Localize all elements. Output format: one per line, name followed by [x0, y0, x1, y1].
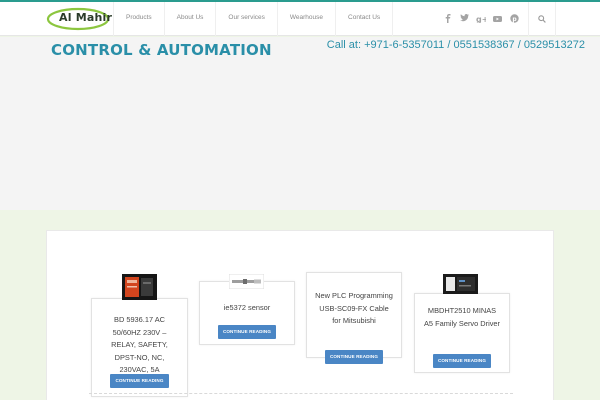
site-logo[interactable]: Al Mahir — [46, 7, 113, 31]
twitter-icon[interactable] — [457, 2, 473, 34]
nav-item-products[interactable]: Products — [113, 2, 164, 36]
continue-reading-button[interactable]: CONTINUE READING — [110, 374, 169, 388]
svg-text:g+: g+ — [476, 15, 486, 23]
continue-reading-button[interactable]: CONTINUE READING — [324, 350, 384, 364]
product-card: New PLC Programming USB-SC09-FX Cable fo… — [306, 272, 402, 364]
logo-text: Al Mahir — [59, 11, 113, 24]
page-title: CONTROL & AUTOMATION — [51, 41, 272, 59]
product-card: ie5372 sensor CONTINUE READING — [199, 281, 295, 345]
product-title[interactable]: BD 5936.17 AC 50/60HZ 230V – RELAY, SAFE… — [92, 314, 187, 377]
products-container: BD 5936.17 AC 50/60HZ 230V – RELAY, SAFE… — [46, 230, 554, 400]
search-icon — [538, 15, 546, 23]
continue-reading-button[interactable]: CONTINUE READING — [217, 325, 277, 339]
product-image[interactable] — [122, 274, 157, 300]
product-title[interactable]: New PLC Programming USB-SC09-FX Cable fo… — [307, 290, 401, 328]
product-image[interactable] — [443, 274, 478, 294]
nav-item-about-us[interactable]: About Us — [163, 2, 216, 36]
product-title[interactable]: MBDHT2510 MINAS A5 Family Servo Driver — [415, 305, 509, 330]
product-card: MBDHT2510 MINAS A5 Family Servo Driver C… — [414, 293, 510, 373]
nav-item-wearhouse[interactable]: Wearhouse — [276, 2, 335, 36]
search-button[interactable] — [528, 2, 556, 36]
google-plus-icon[interactable]: g+ — [473, 2, 489, 34]
site-header: Al Mahir Products About Us Our services … — [0, 2, 600, 36]
hero-section: CONTROL & AUTOMATION Call at: +971-6-535… — [0, 37, 600, 210]
product-image[interactable] — [228, 273, 265, 290]
continue-reading-button[interactable]: CONTINUE READING — [432, 354, 492, 368]
nav-item-contact-us[interactable]: Contact Us — [335, 2, 394, 36]
main-nav: Products About Us Our services Wearhouse… — [113, 2, 394, 36]
svg-text:p: p — [512, 16, 517, 23]
facebook-icon[interactable] — [440, 2, 456, 34]
call-info: Call at: +971-6-5357011 / 0551538367 / 0… — [326, 39, 585, 51]
nav-item-our-services[interactable]: Our services — [215, 2, 276, 36]
pinterest-icon[interactable]: p — [506, 2, 522, 34]
section-divider — [89, 393, 513, 394]
social-links: g+ p — [440, 2, 523, 36]
product-card: BD 5936.17 AC 50/60HZ 230V – RELAY, SAFE… — [91, 298, 188, 397]
product-title[interactable]: ie5372 sensor — [200, 302, 294, 315]
youtube-icon[interactable] — [490, 2, 506, 34]
